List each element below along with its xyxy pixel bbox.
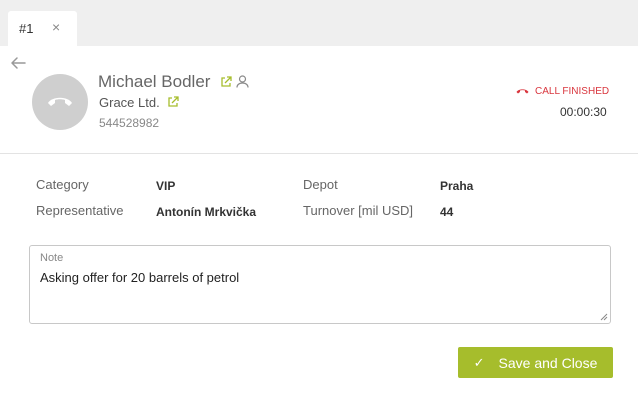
contact-phone: 544528982 bbox=[99, 116, 160, 130]
back-arrow-icon[interactable] bbox=[9, 54, 27, 72]
depot-value: Praha bbox=[440, 179, 474, 193]
note-textarea[interactable]: Note Asking offer for 20 barrels of petr… bbox=[29, 245, 611, 324]
avatar bbox=[32, 74, 88, 130]
phone-hangup-icon bbox=[516, 89, 529, 94]
contact-company: Grace Ltd. bbox=[99, 95, 160, 110]
call-status: CALL FINISHED bbox=[516, 86, 609, 97]
resize-handle-icon[interactable] bbox=[600, 313, 608, 321]
divider bbox=[0, 153, 638, 154]
tab-1[interactable]: #1 × bbox=[8, 11, 77, 46]
tab-close-icon[interactable]: × bbox=[52, 20, 60, 34]
person-icon[interactable] bbox=[236, 75, 249, 88]
phone-hangup-icon bbox=[48, 97, 72, 106]
save-and-close-button[interactable]: ✓ Save and Close bbox=[458, 347, 613, 378]
depot-label: Depot bbox=[303, 177, 338, 192]
check-icon: ✓ bbox=[473, 354, 485, 370]
call-duration: 00:00:30 bbox=[560, 105, 607, 119]
representative-value: Antonín Mrkvička bbox=[156, 205, 257, 219]
category-value: VIP bbox=[156, 179, 176, 193]
external-link-icon[interactable] bbox=[220, 76, 232, 88]
call-status-label: CALL FINISHED bbox=[535, 86, 610, 97]
tab-label: #1 bbox=[19, 21, 34, 36]
save-button-label: Save and Close bbox=[498, 354, 598, 371]
tab-bar: #1 × bbox=[0, 0, 638, 46]
turnover-value: 44 bbox=[440, 205, 454, 219]
category-label: Category bbox=[36, 177, 89, 192]
note-label: Note bbox=[40, 252, 64, 264]
note-text: Asking offer for 20 barrels of petrol bbox=[40, 270, 240, 285]
external-link-icon[interactable] bbox=[167, 96, 179, 108]
representative-label: Representative bbox=[36, 203, 124, 218]
turnover-label: Turnover [mil USD] bbox=[303, 203, 414, 218]
contact-name: Michael Bodler bbox=[98, 72, 211, 91]
